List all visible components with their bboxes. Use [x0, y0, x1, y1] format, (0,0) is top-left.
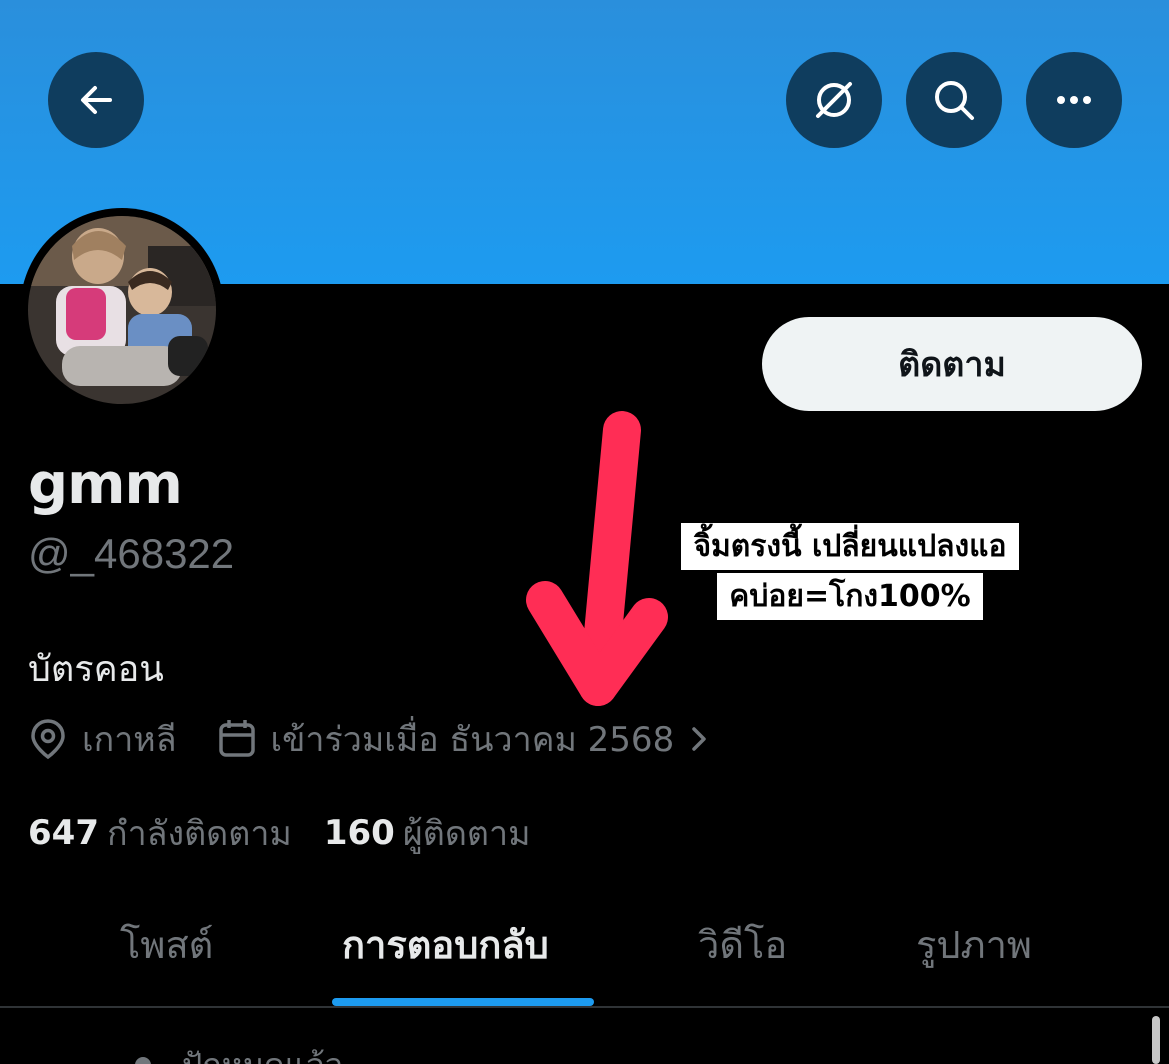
location-text: เกาหลี — [82, 720, 177, 760]
tab-replies[interactable]: การตอบกลับ — [342, 914, 549, 975]
following-count[interactable]: 647 — [28, 813, 99, 853]
username-handle: @_468322 — [28, 530, 235, 577]
tab-videos[interactable]: วิดีโอ — [698, 914, 787, 975]
following-label[interactable]: กำลังติดตาม — [107, 806, 292, 860]
calendar-icon — [218, 720, 255, 757]
annotation-line-2: คบ่อย=โกง100% — [717, 572, 983, 620]
grok-button[interactable] — [786, 52, 882, 148]
annotation-caption: จิ้มตรงนี้ เปลี่ยนแปลงแอ คบ่อย=โกง100% — [560, 522, 1140, 621]
bio-text: บัตรคอน — [28, 649, 164, 690]
follow-stats: 647 กำลังติดตาม 160 ผู้ติดตาม — [28, 806, 531, 860]
tabs-divider — [0, 1006, 1169, 1008]
profile-tabs: โพสต์ การตอบกลับ วิดีโอ รูปภาพ — [0, 880, 1169, 1006]
pinned-indicator: ปักหมุดแล้ว — [128, 1040, 343, 1064]
scrollbar[interactable] — [1152, 1016, 1160, 1064]
pin-icon — [135, 1056, 151, 1064]
avatar-photo — [28, 216, 216, 404]
active-tab-indicator — [332, 998, 594, 1006]
grok-slash-icon — [816, 82, 852, 118]
more-horizontal-icon — [1057, 96, 1091, 104]
tab-posts[interactable]: โพสต์ — [120, 914, 213, 975]
chevron-right-icon — [692, 727, 706, 751]
followers-count[interactable]: 160 — [324, 813, 395, 853]
arrow-left-icon — [81, 86, 112, 114]
more-button[interactable] — [1026, 52, 1122, 148]
search-button[interactable] — [906, 52, 1002, 148]
annotation-line-1: จิ้มตรงนี้ เปลี่ยนแปลงแอ — [681, 523, 1019, 570]
pinned-label: ปักหมุดแล้ว — [182, 1040, 343, 1064]
display-name: gmm — [28, 452, 183, 517]
back-button[interactable] — [48, 52, 144, 148]
follow-button[interactable]: ติดตาม — [762, 317, 1142, 411]
location-pin-icon — [31, 719, 65, 760]
search-icon — [935, 81, 974, 120]
avatar[interactable] — [20, 208, 224, 412]
followers-label[interactable]: ผู้ติดตาม — [403, 806, 531, 860]
location: เกาหลี — [28, 712, 177, 766]
tab-photos[interactable]: รูปภาพ — [916, 914, 1032, 975]
